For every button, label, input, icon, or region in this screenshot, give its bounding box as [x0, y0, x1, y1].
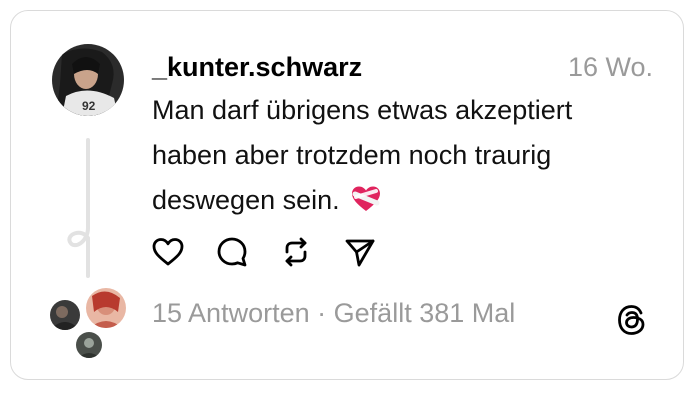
repost-icon[interactable] — [278, 234, 314, 270]
mending-heart-emoji — [351, 182, 381, 211]
reply-avatar-2 — [84, 286, 128, 330]
send-icon[interactable] — [342, 234, 378, 270]
likes-count[interactable]: Gefällt 381 Mal — [334, 298, 516, 328]
threads-logo-icon[interactable] — [614, 302, 650, 338]
avatar-photo: 92 — [52, 44, 124, 116]
reply-avatar-1 — [48, 298, 82, 332]
reply-avatars[interactable] — [48, 286, 128, 366]
replies-count[interactable]: 15 Antworten — [152, 298, 310, 328]
heart-icon[interactable] — [150, 234, 186, 270]
reply-avatar-3 — [74, 330, 104, 360]
jersey-number: 92 — [82, 99, 96, 113]
post-text: Man darf übrigens etwas akzeptiert haben… — [152, 88, 652, 223]
avatar[interactable]: 92 — [52, 44, 124, 116]
post-meta: 15 Antworten · Gefällt 381 Mal — [152, 296, 515, 330]
meta-separator: · — [317, 298, 327, 328]
thread-connector-line — [62, 138, 102, 278]
username[interactable]: _kunter.schwarz — [152, 50, 362, 84]
comment-bubble-icon[interactable] — [214, 234, 250, 270]
post-timestamp[interactable]: 16 Wo. — [568, 50, 653, 84]
